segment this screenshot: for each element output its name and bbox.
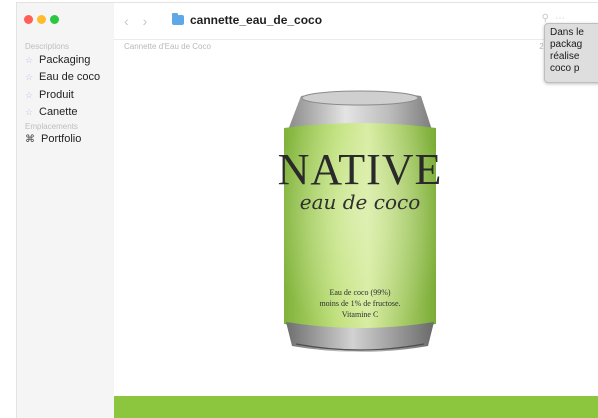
minimize-button[interactable] [37, 15, 46, 24]
sidebar-item-produit[interactable]: ☆ Produit [25, 89, 74, 101]
description-tooltip: Dans le packag réalise coco p [544, 23, 598, 83]
can-ingredient-2: moins de 1% de fructose. [319, 299, 400, 308]
descriptions-section-label: Descriptions [25, 42, 70, 51]
star-icon: ☆ [25, 89, 34, 100]
window-title: cannette_eau_de_coco [172, 13, 322, 27]
can-image: NATIVE eau de coco Eau de coco (99%) moi… [278, 90, 443, 352]
preview-area: NATIVE eau de coco Eau de coco (99%) moi… [114, 54, 598, 396]
sidebar-item-label: Packaging [39, 54, 91, 66]
sidebar-item-eau-de-coco[interactable]: ☆ Eau de coco [25, 71, 100, 83]
close-button[interactable] [24, 15, 33, 24]
tooltip-line: coco p [550, 63, 580, 74]
sidebar-item-label: Portfolio [41, 133, 82, 145]
sidebar-item-canette[interactable]: ☆ Canette [25, 106, 78, 118]
tooltip-line: réalise [550, 51, 580, 62]
window-controls [24, 15, 59, 24]
item-name[interactable]: Cannette d'Eau de Coco [124, 42, 211, 51]
sidebar-item-label: Canette [39, 106, 78, 118]
list-header: Cannette d'Eau de Coco 2023 [114, 39, 598, 55]
forward-arrow-icon[interactable]: › [143, 13, 148, 29]
sidebar-item-portfolio[interactable]: ⌘ Portfolio [25, 133, 81, 145]
zoom-button[interactable] [50, 15, 59, 24]
can-ingredient-3: Vitamine C [342, 310, 379, 319]
sidebar-item-label: Eau de coco [39, 71, 101, 83]
can-subtitle: eau de coco [300, 190, 420, 214]
navigation-buttons: ‹ › [124, 13, 147, 29]
star-icon: ☆ [25, 54, 34, 65]
command-icon: ⌘ [25, 133, 35, 145]
back-arrow-icon[interactable]: ‹ [124, 13, 129, 29]
locations-section-label: Emplacements [25, 122, 78, 131]
sidebar: Descriptions ☆ Packaging ☆ Eau de coco ☆… [17, 3, 115, 418]
sidebar-item-packaging[interactable]: ☆ Packaging [25, 54, 90, 66]
toolbar: ‹ › cannette_eau_de_coco ⚲ ⋯ [114, 3, 598, 39]
star-icon: ☆ [25, 71, 34, 82]
folder-name: cannette_eau_de_coco [190, 13, 323, 27]
can-brand: NATIVE [278, 145, 443, 194]
next-image-preview [114, 396, 598, 418]
sidebar-item-label: Produit [39, 89, 74, 101]
finder-window: Descriptions ☆ Packaging ☆ Eau de coco ☆… [16, 2, 598, 418]
star-icon: ☆ [25, 106, 34, 117]
tooltip-line: packag [550, 39, 583, 50]
tooltip-line: Dans le [550, 27, 584, 38]
can-ingredient-1: Eau de coco (99%) [329, 288, 390, 297]
folder-icon [172, 13, 184, 25]
